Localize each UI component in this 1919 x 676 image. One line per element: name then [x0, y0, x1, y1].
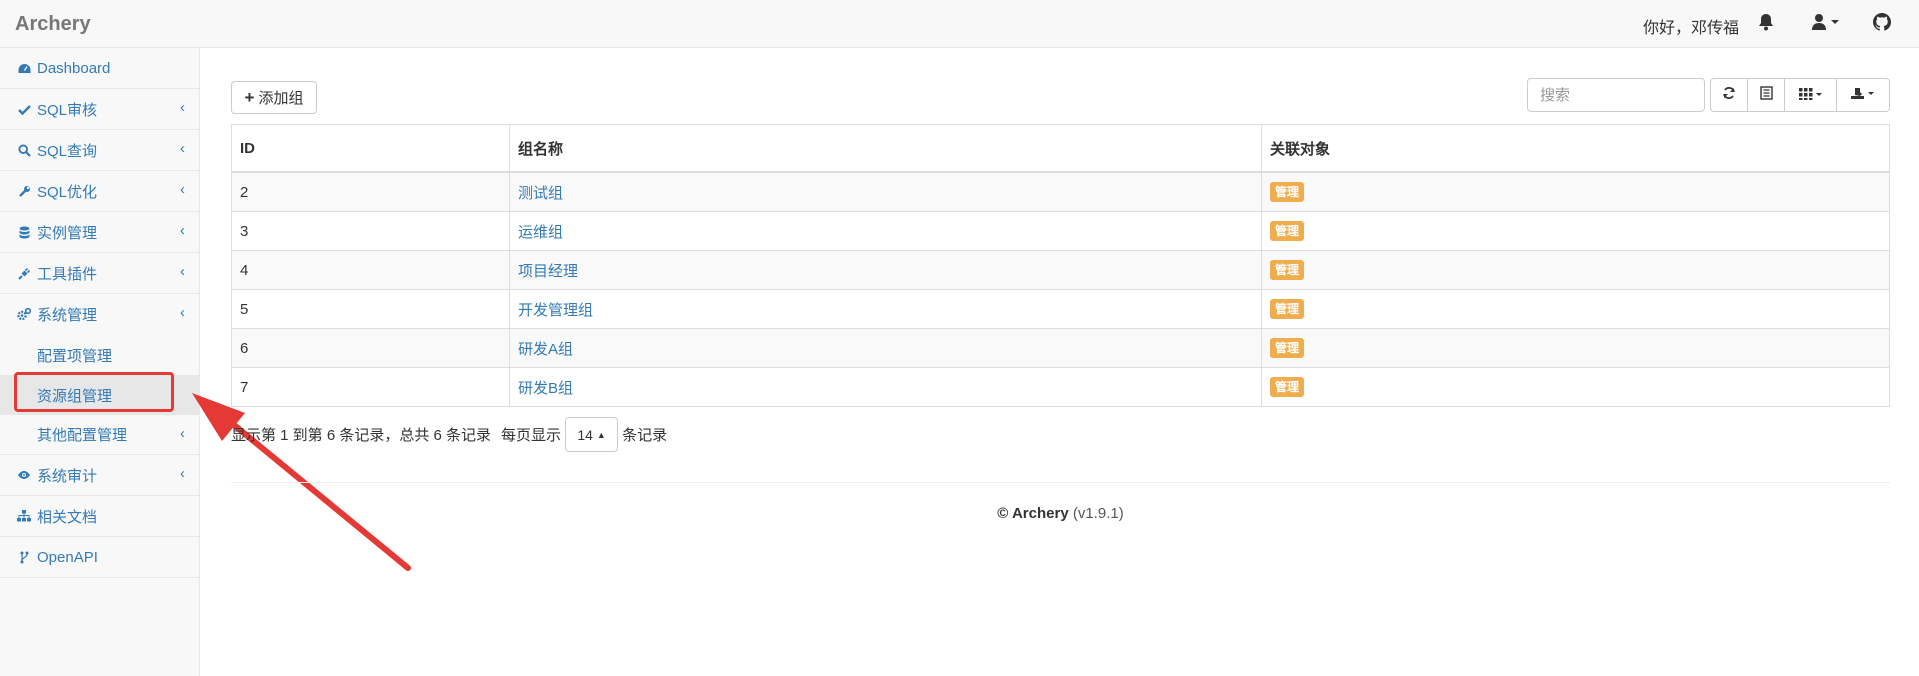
cell-id: 4	[231, 250, 510, 290]
columns-menu-button[interactable]	[1784, 78, 1837, 112]
manage-badge[interactable]: 管理	[1270, 260, 1305, 280]
table-header-row: ID 组名称 关联对象	[231, 124, 1890, 173]
table-row: 4 项目经理 管理	[231, 250, 1890, 290]
cell-id: 3	[231, 211, 510, 251]
table-row: 5 开发管理组 管理	[231, 289, 1890, 329]
pagination-bar: 显示第 1 到第 6 条记录，总共 6 条记录 每页显示 14 ▲ 条记录	[231, 417, 667, 452]
add-group-button[interactable]: + 添加组	[231, 81, 317, 114]
cell-id: 6	[231, 328, 510, 368]
refresh-button[interactable]	[1710, 78, 1748, 112]
toggle-view-button[interactable]	[1747, 78, 1785, 112]
list-view-icon	[1759, 86, 1773, 104]
refresh-icon	[1722, 86, 1736, 104]
pagination-summary: 显示第 1 到第 6 条记录，总共 6 条记录	[231, 427, 492, 444]
records-label: 条记录	[622, 427, 668, 444]
table-row: 3 运维组 管理	[231, 211, 1890, 251]
page-size-dropdown[interactable]: 14 ▲	[565, 417, 619, 452]
group-name-link[interactable]: 测试组	[518, 185, 563, 202]
search-input[interactable]	[1527, 78, 1705, 112]
cell-id: 2	[231, 171, 510, 212]
column-header-name[interactable]: 组名称	[509, 124, 1262, 173]
plus-icon: +	[244, 87, 255, 107]
footer-version: (v1.9.1)	[1072, 505, 1124, 522]
group-name-link[interactable]: 研发B组	[518, 380, 573, 397]
footer-copyright: © Archery	[997, 505, 1069, 522]
manage-badge[interactable]: 管理	[1270, 299, 1305, 319]
export-menu-button[interactable]	[1836, 78, 1890, 112]
group-name-link[interactable]: 项目经理	[518, 263, 578, 280]
export-icon	[1850, 86, 1876, 104]
column-header-relations[interactable]: 关联对象	[1261, 124, 1890, 173]
table-row: 6 研发A组 管理	[231, 328, 1890, 368]
grid-icon	[1798, 87, 1823, 104]
caret-up-icon: ▲	[596, 429, 606, 440]
per-page-label: 每页显示	[501, 427, 562, 444]
group-name-link[interactable]: 开发管理组	[518, 302, 593, 319]
add-group-label: 添加组	[258, 90, 304, 107]
cell-id: 5	[231, 289, 510, 329]
manage-badge[interactable]: 管理	[1270, 338, 1305, 358]
footer-divider	[231, 482, 1890, 483]
group-name-link[interactable]: 研发A组	[518, 341, 573, 358]
cell-id: 7	[231, 367, 510, 407]
manage-badge[interactable]: 管理	[1270, 377, 1305, 397]
table-row: 2 测试组 管理	[231, 171, 1890, 212]
table-row: 7 研发B组 管理	[231, 367, 1890, 407]
manage-badge[interactable]: 管理	[1270, 182, 1305, 202]
footer: © Archery (v1.9.1)	[231, 505, 1890, 522]
page-size-value: 14	[577, 426, 593, 443]
group-name-link[interactable]: 运维组	[518, 224, 563, 241]
manage-badge[interactable]: 管理	[1270, 221, 1305, 241]
resource-group-table: ID 组名称 关联对象 2 测试组 管理 3 运维组 管理 4 项目经理 管理 …	[231, 124, 1890, 407]
column-header-id[interactable]: ID	[231, 124, 510, 173]
